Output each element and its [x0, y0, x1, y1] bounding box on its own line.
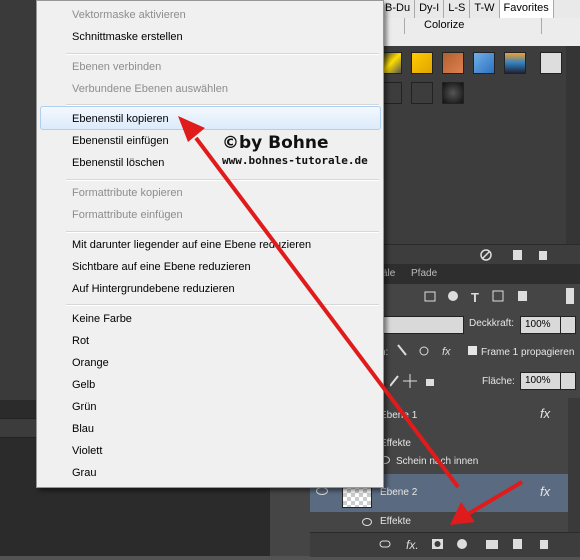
annotation-arrows	[178, 116, 524, 525]
arrow-to-menu-item	[178, 116, 460, 489]
arrow-to-effects	[450, 480, 524, 525]
